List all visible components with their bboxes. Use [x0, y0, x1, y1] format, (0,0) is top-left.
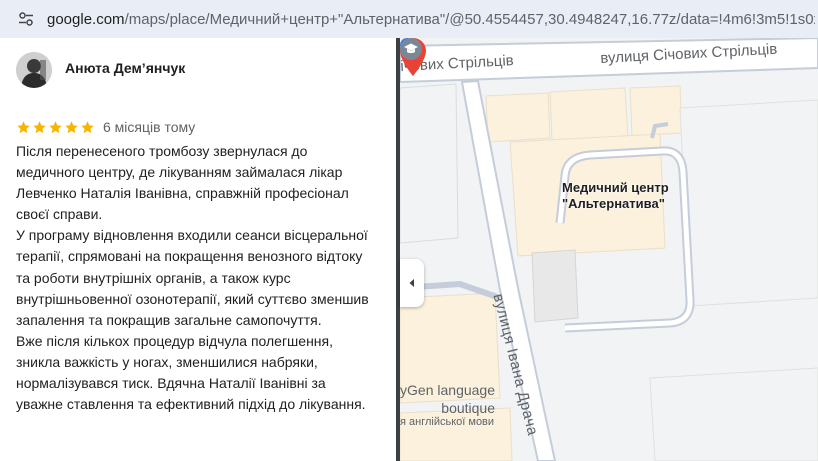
rating-row: 6 місяців тому — [16, 118, 195, 136]
url-text[interactable]: google.com/maps/place/Медичний+центр+"Ал… — [47, 11, 815, 28]
collapse-panel-button[interactable] — [400, 259, 424, 307]
star-icon — [65, 120, 78, 133]
star-icon — [49, 120, 62, 133]
review-text: Після перенесеного тромбозу звернулася д… — [16, 141, 376, 415]
star-rating — [16, 120, 95, 135]
chevron-left-icon — [409, 279, 414, 287]
school-name-line1: yGen language — [400, 382, 495, 398]
school-icon[interactable] — [400, 38, 422, 60]
avatar[interactable] — [16, 52, 52, 88]
place-name-line1: Медичний центр — [562, 180, 669, 195]
review-paragraph-1: Після перенесеного тромбозу звернулася д… — [16, 143, 349, 223]
review-author-name[interactable]: Анюта Дем’янчук — [65, 60, 185, 76]
school-subtitle: я англійської мови — [400, 416, 495, 428]
review-date: 6 місяців тому — [103, 119, 196, 135]
school-name-line2: boutique — [441, 400, 495, 416]
place-name-label[interactable]: Медичний центр "Альтернатива" — [562, 180, 669, 212]
star-icon — [33, 120, 46, 133]
map-view[interactable]: ічових Стрільців вулиця Січових Стрільці… — [400, 38, 818, 461]
browser-address-bar[interactable]: google.com/maps/place/Медичний+центр+"Ал… — [0, 0, 818, 38]
url-host: google.com — [47, 11, 125, 28]
star-icon — [17, 120, 30, 133]
review-panel: Анюта Дем’янчук 6 місяців тому Після пер… — [0, 38, 396, 461]
review-paragraph-3: Вже після кількох процедур відчула полег… — [16, 332, 366, 413]
url-path: /maps/place/Медичний+центр+"Альтернатива… — [124, 11, 815, 28]
school-name-label[interactable]: yGen language boutique — [400, 381, 495, 417]
place-name-line2: "Альтернатива" — [562, 196, 665, 211]
review-paragraph-2: У програму відновлення входили сеанси ві… — [16, 227, 369, 328]
site-settings-icon[interactable] — [18, 11, 34, 27]
star-icon — [81, 120, 94, 133]
